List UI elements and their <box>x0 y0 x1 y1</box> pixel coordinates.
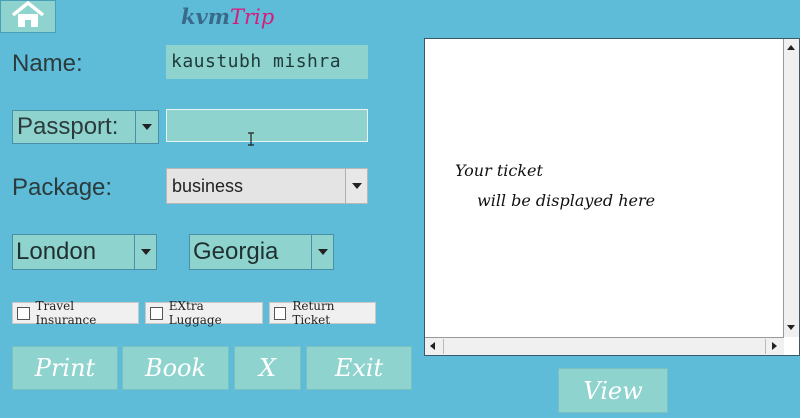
id-type-value: Passport: <box>13 111 136 143</box>
brand-logo: kvmTrip <box>181 4 274 29</box>
text-cursor-icon <box>248 132 254 146</box>
name-label: Name: <box>12 50 83 77</box>
checkbox-label: Return Ticket <box>292 299 335 327</box>
home-icon <box>10 0 46 33</box>
print-button[interactable]: Print <box>12 346 118 390</box>
book-button[interactable]: Book <box>122 346 229 390</box>
checkbox-box[interactable] <box>17 306 30 320</box>
scroll-left-icon[interactable] <box>430 342 435 350</box>
scroll-divider <box>765 339 766 354</box>
from-city-select[interactable]: London <box>12 234 157 270</box>
exit-button[interactable]: Exit <box>306 346 412 390</box>
clear-button[interactable]: X <box>234 346 301 390</box>
chevron-down-icon[interactable] <box>312 235 333 269</box>
ticket-text-area[interactable]: Your ticket will be displayed here <box>425 39 784 337</box>
scroll-divider <box>443 339 444 354</box>
from-city-value: London <box>13 235 135 269</box>
brand-part-2: Trip <box>229 5 275 29</box>
ticket-placeholder-line-1: Your ticket <box>455 161 543 180</box>
brand-part-1: kvm <box>181 4 230 29</box>
checkbox-label: Travel Insurance <box>35 299 97 327</box>
chevron-down-icon[interactable] <box>136 111 158 143</box>
ticket-placeholder-line-2: will be displayed here <box>477 191 656 210</box>
scroll-right-icon[interactable] <box>772 342 777 350</box>
checkbox-box[interactable] <box>274 306 287 320</box>
horizontal-scrollbar[interactable] <box>425 337 784 355</box>
to-city-select[interactable]: Georgia <box>189 234 334 270</box>
vertical-scrollbar[interactable] <box>784 39 799 337</box>
scroll-down-icon[interactable] <box>787 325 795 330</box>
extra-luggage-checkbox[interactable]: EXtra Luggage <box>145 299 263 327</box>
chevron-down-icon[interactable] <box>345 169 367 203</box>
to-city-value: Georgia <box>190 235 312 269</box>
passport-field[interactable] <box>166 109 368 146</box>
travel-insurance-checkbox[interactable]: Travel Insurance <box>12 299 139 327</box>
id-type-select[interactable]: Passport: <box>12 110 159 144</box>
home-button[interactable] <box>0 0 56 33</box>
name-field[interactable]: kaustubh mishra <box>166 45 368 79</box>
return-ticket-checkbox[interactable]: Return Ticket <box>269 299 376 327</box>
package-value: business <box>172 176 244 196</box>
ticket-display: Your ticket will be displayed here <box>424 38 800 356</box>
package-label: Package: <box>12 174 113 201</box>
checkbox-box[interactable] <box>150 306 163 320</box>
scroll-up-icon[interactable] <box>787 45 795 50</box>
chevron-down-icon[interactable] <box>135 235 156 269</box>
package-select[interactable]: business <box>166 168 368 204</box>
checkbox-label: EXtra Luggage <box>168 299 222 327</box>
view-button[interactable]: View <box>558 368 668 413</box>
